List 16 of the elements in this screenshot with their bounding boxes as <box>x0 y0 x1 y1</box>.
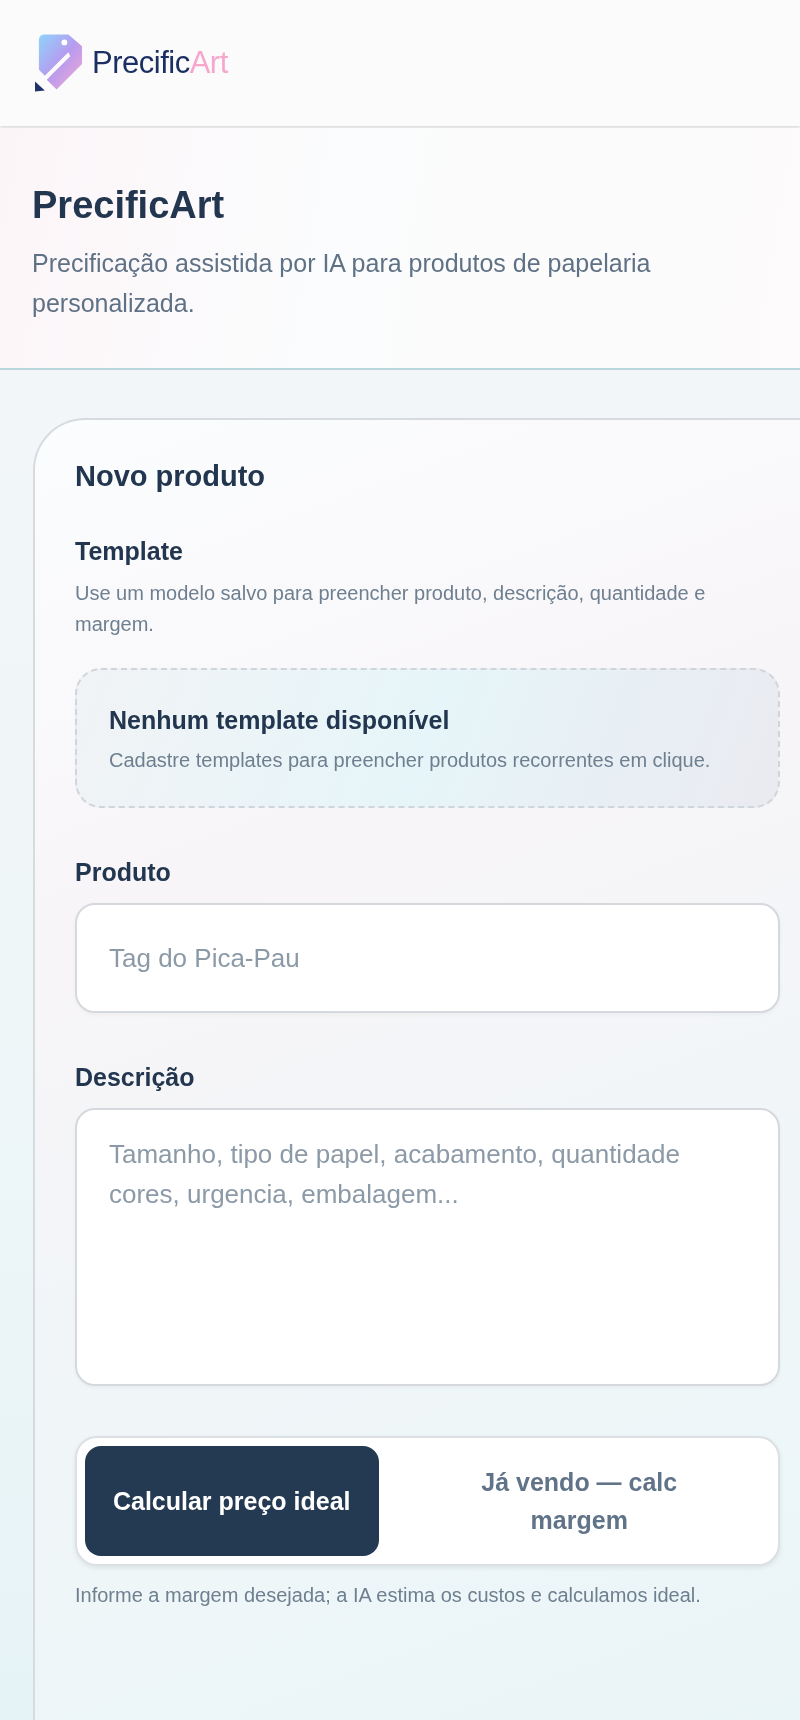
logo-text: PrecificArt <box>92 45 228 81</box>
page-title: PrecificArt <box>32 184 226 227</box>
template-label: Template <box>75 537 184 566</box>
product-input-field[interactable]: Tag do Pica-Pau <box>75 903 780 1013</box>
page-subtitle: Precificação assistida por IA para produtos de papelaria personalizada. <box>32 248 652 319</box>
mode-tab[interactable]: Calcular preço ideal <box>85 1446 379 1556</box>
field-label: Produto <box>75 858 172 887</box>
empty-template-title: Nenhum template disponível <box>109 706 451 735</box>
template-help-text: Use um modelo salvo para preencher produto, descrição, quantidade e margem. <box>75 581 707 637</box>
mode-hint-text: Informe a margem desejada; a IA estima os custos e calculamos ideal. <box>75 1583 702 1608</box>
field-label: Descrição <box>75 1063 196 1092</box>
description-text-area[interactable]: Tamanho, tipo de papel, acabamento, quantidade cores, urgencia, embalagem... <box>75 1108 780 1386</box>
card-title: Novo produto <box>75 460 267 493</box>
empty-template-text: Cadastre templates para preencher produtos recorrentes em clique. <box>109 748 712 773</box>
mode-tab[interactable]: Já vendo — calc margem <box>388 1446 770 1556</box>
tag-pencil-logo-icon <box>35 34 84 92</box>
